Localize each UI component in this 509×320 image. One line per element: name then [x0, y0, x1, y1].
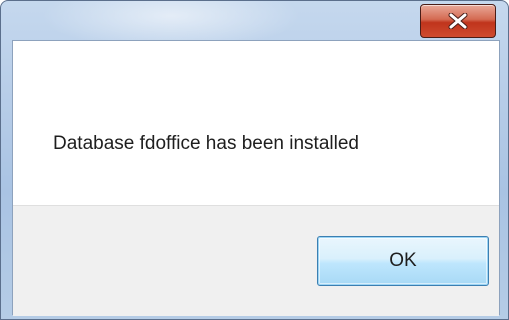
- button-area: OK: [13, 205, 499, 316]
- message-dialog: Database fdoffice has been installed OK: [0, 0, 509, 320]
- close-icon: [448, 13, 468, 29]
- message-area: Database fdoffice has been installed: [13, 41, 499, 205]
- message-text: Database fdoffice has been installed: [53, 133, 359, 154]
- dialog-client-area: Database fdoffice has been installed OK: [12, 40, 500, 316]
- ok-button[interactable]: OK: [317, 236, 489, 286]
- close-button[interactable]: [420, 4, 496, 38]
